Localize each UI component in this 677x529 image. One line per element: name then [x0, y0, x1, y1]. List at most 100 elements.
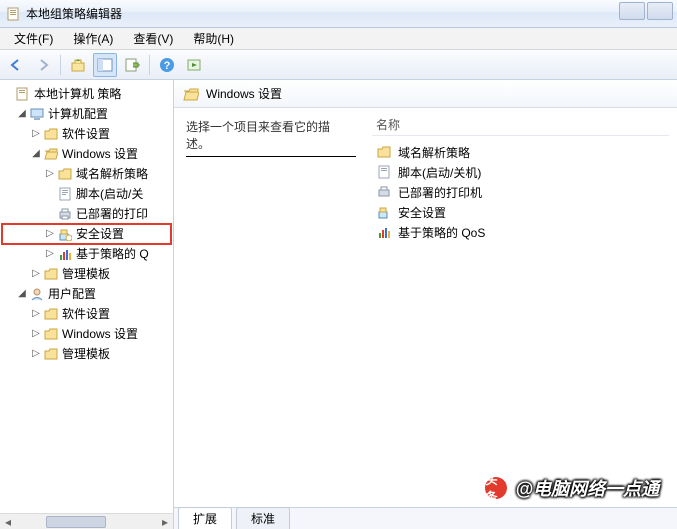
- content-header: Windows 设置: [174, 80, 677, 108]
- folder-icon: [43, 326, 59, 342]
- user-icon: [29, 286, 45, 302]
- expander-icon[interactable]: ▷: [30, 264, 42, 284]
- computer-icon: [29, 106, 45, 122]
- scroll-thumb[interactable]: [46, 516, 106, 528]
- tree-comp-software[interactable]: ▷ 软件设置: [2, 124, 171, 144]
- tree-label: 管理模板: [62, 344, 110, 364]
- folder-icon: [43, 306, 59, 322]
- expander-icon[interactable]: ◢: [16, 104, 28, 124]
- tab-standard[interactable]: 标准: [236, 507, 290, 529]
- tree-dns-policy[interactable]: ▷ 域名解析策略: [2, 164, 171, 184]
- tree-printers[interactable]: 已部署的打印: [2, 204, 171, 224]
- tree-label: 软件设置: [62, 124, 110, 144]
- toolbar-separator: [60, 55, 61, 75]
- list-label: 已部署的打印机: [398, 184, 482, 201]
- tree-computer-config[interactable]: ◢ 计算机配置: [2, 104, 171, 124]
- tree-qos[interactable]: ▷ 基于策略的 Q: [2, 244, 171, 264]
- folder-icon: [43, 266, 59, 282]
- content-heading: Windows 设置: [206, 85, 282, 102]
- expander-icon[interactable]: ▷: [44, 224, 56, 244]
- up-button[interactable]: [66, 53, 90, 77]
- action-button[interactable]: [182, 53, 206, 77]
- tree-user-software[interactable]: ▷ 软件设置: [2, 304, 171, 324]
- folder-icon: [376, 144, 392, 160]
- toolbar: ?: [0, 50, 677, 80]
- menu-action[interactable]: 操作(A): [63, 28, 123, 49]
- script-icon: [376, 164, 392, 180]
- expander-icon[interactable]: ◢: [30, 144, 42, 164]
- tree-comp-windows[interactable]: ◢ Windows 设置: [2, 144, 171, 164]
- tree[interactable]: 本地计算机 策略 ◢ 计算机配置 ▷ 软件设置 ◢ Windows 设置 ▷ 域: [0, 80, 173, 511]
- tree-label: 脚本(启动/关: [76, 184, 143, 204]
- tree-label: 已部署的打印: [76, 204, 148, 224]
- menu-bar: 文件(F) 操作(A) 查看(V) 帮助(H): [0, 28, 677, 50]
- app-icon: [6, 6, 22, 22]
- security-icon: [376, 204, 392, 220]
- folder-icon: [43, 346, 59, 362]
- tree-label: 本地计算机 策略: [34, 84, 121, 104]
- list-item-scripts[interactable]: 脚本(启动/关机): [372, 162, 669, 182]
- tree-label: 用户配置: [48, 284, 96, 304]
- printer-icon: [376, 184, 392, 200]
- show-tree-button[interactable]: [93, 53, 117, 77]
- tree-label: 域名解析策略: [76, 164, 148, 184]
- tree-comp-admin-templates[interactable]: ▷ 管理模板: [2, 264, 171, 284]
- description-hint: 选择一个项目来查看它的描述。: [186, 120, 330, 151]
- tree-root[interactable]: 本地计算机 策略: [2, 84, 171, 104]
- tree-scripts[interactable]: 脚本(启动/关: [2, 184, 171, 204]
- list-item-dns[interactable]: 域名解析策略: [372, 142, 669, 162]
- expander-icon[interactable]: ▷: [30, 304, 42, 324]
- svg-text:?: ?: [164, 60, 171, 72]
- tree-pane: 本地计算机 策略 ◢ 计算机配置 ▷ 软件设置 ◢ Windows 设置 ▷ 域: [0, 80, 174, 529]
- tree-user-windows[interactable]: ▷ Windows 设置: [2, 324, 171, 344]
- column-header-name[interactable]: 名称: [372, 114, 669, 136]
- expander-icon[interactable]: ▷: [30, 344, 42, 364]
- folder-icon: [43, 126, 59, 142]
- window-titlebar: 本地组策略编辑器: [0, 0, 677, 28]
- list-item-qos[interactable]: 基于策略的 QoS: [372, 222, 669, 242]
- expander-icon[interactable]: ▷: [44, 164, 56, 184]
- expander-icon[interactable]: ▷: [30, 324, 42, 344]
- list-item-printers[interactable]: 已部署的打印机: [372, 182, 669, 202]
- chart-icon: [376, 224, 392, 240]
- list-label: 域名解析策略: [398, 144, 470, 161]
- tree-user-config[interactable]: ◢ 用户配置: [2, 284, 171, 304]
- menu-file[interactable]: 文件(F): [4, 28, 63, 49]
- maximize-button[interactable]: [647, 2, 673, 20]
- window-title: 本地组策略编辑器: [26, 5, 122, 22]
- content-list: 名称 域名解析策略 脚本(启动/关机) 已部署的打印机 安全设置: [364, 108, 677, 505]
- tree-label: Windows 设置: [62, 144, 138, 164]
- toolbar-separator: [149, 55, 150, 75]
- script-icon: [57, 186, 73, 202]
- content-pane: Windows 设置 选择一个项目来查看它的描述。 名称 域名解析策略 脚本(启…: [174, 80, 677, 529]
- expander-icon[interactable]: ▷: [30, 124, 42, 144]
- list-item-security[interactable]: 安全设置: [372, 202, 669, 222]
- chart-icon: [57, 246, 73, 262]
- tab-extended[interactable]: 扩展: [178, 507, 232, 529]
- expander-icon[interactable]: ◢: [16, 284, 28, 304]
- tree-label: 软件设置: [62, 304, 110, 324]
- menu-view[interactable]: 查看(V): [123, 28, 183, 49]
- description-underline: [186, 156, 356, 157]
- list-label: 安全设置: [398, 204, 446, 221]
- help-button[interactable]: ?: [155, 53, 179, 77]
- scroll-left-icon[interactable]: ◂: [0, 515, 16, 529]
- folder-open-icon: [182, 85, 200, 103]
- forward-button[interactable]: [31, 53, 55, 77]
- tree-user-admin-templates[interactable]: ▷ 管理模板: [2, 344, 171, 364]
- security-icon: [57, 226, 73, 242]
- tree-label: 管理模板: [62, 264, 110, 284]
- export-button[interactable]: [120, 53, 144, 77]
- scroll-right-icon[interactable]: ▸: [157, 515, 173, 529]
- tree-security-settings[interactable]: ▷ 安全设置: [2, 224, 171, 244]
- tree-label: Windows 设置: [62, 324, 138, 344]
- back-button[interactable]: [4, 53, 28, 77]
- tree-horizontal-scrollbar[interactable]: ◂ ▸: [0, 513, 173, 529]
- main-area: 本地计算机 策略 ◢ 计算机配置 ▷ 软件设置 ◢ Windows 设置 ▷ 域: [0, 80, 677, 529]
- tree-label: 安全设置: [76, 224, 124, 244]
- minimize-button[interactable]: [619, 2, 645, 20]
- expander-icon[interactable]: ▷: [44, 244, 56, 264]
- document-icon: [15, 86, 31, 102]
- tree-label: 计算机配置: [48, 104, 108, 124]
- menu-help[interactable]: 帮助(H): [183, 28, 244, 49]
